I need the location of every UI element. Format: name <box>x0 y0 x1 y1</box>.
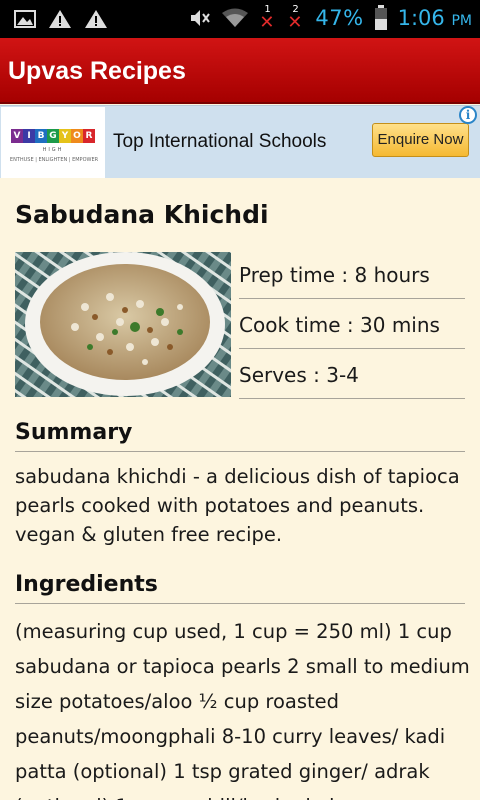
system-icons: 1 ✕ 2 ✕ 47% 1:06 PM <box>189 4 472 32</box>
ad-brand-tagline: ENTHUSE | ENLIGHTEN | EMPOWER <box>9 157 99 163</box>
ad-title[interactable]: Top International Schools <box>113 131 326 153</box>
warning-icon <box>49 10 71 28</box>
ingredients-heading: Ingredients <box>15 572 465 604</box>
image-icon <box>14 10 36 28</box>
notification-icons <box>14 9 108 29</box>
sim2-icon: 2 ✕ <box>287 4 305 32</box>
ingredients-text: (measuring cup used, 1 cup = 250 ml) 1 c… <box>15 620 470 800</box>
app-title: Upvas Recipes <box>8 57 186 85</box>
sim1-icon: 1 ✕ <box>259 4 277 32</box>
clock: 1:06 PM <box>398 6 472 30</box>
recipe-photo <box>15 252 231 397</box>
battery-icon <box>374 5 387 30</box>
sim-off-icon: ✕ <box>259 12 275 33</box>
prep-time: Prep time : 8 hours <box>239 252 465 299</box>
status-bar: 1 ✕ 2 ✕ 47% 1:06 PM <box>0 0 480 38</box>
clock-time: 1:06 <box>397 6 445 30</box>
ad-brand: VIBGYOR <box>11 129 95 143</box>
ad-logo[interactable]: VIBGYOR HIGH ENTHUSE | ENLIGHTEN | EMPOW… <box>1 107 105 178</box>
recipe-title: Sabudana Khichdi <box>15 200 269 229</box>
mute-icon <box>191 10 211 26</box>
app-bar: Upvas Recipes <box>0 38 480 104</box>
clock-period: PM <box>451 13 472 29</box>
cook-time: Cook time : 30 mins <box>239 302 465 349</box>
summary-text: sabudana khichdi - a delicious dish of t… <box>15 465 460 546</box>
wifi-icon <box>222 8 249 27</box>
enquire-now-button[interactable]: Enquire Now <box>372 123 469 157</box>
serves: Serves : 3-4 <box>239 352 465 399</box>
summary-heading: Summary <box>15 420 465 452</box>
sim-off-icon: ✕ <box>287 12 303 33</box>
warning-icon <box>85 10 107 28</box>
ad-brand-sub: HIGH <box>42 147 64 153</box>
ad-info-icon[interactable]: i <box>459 106 477 124</box>
battery-percent: 47% <box>315 6 364 30</box>
